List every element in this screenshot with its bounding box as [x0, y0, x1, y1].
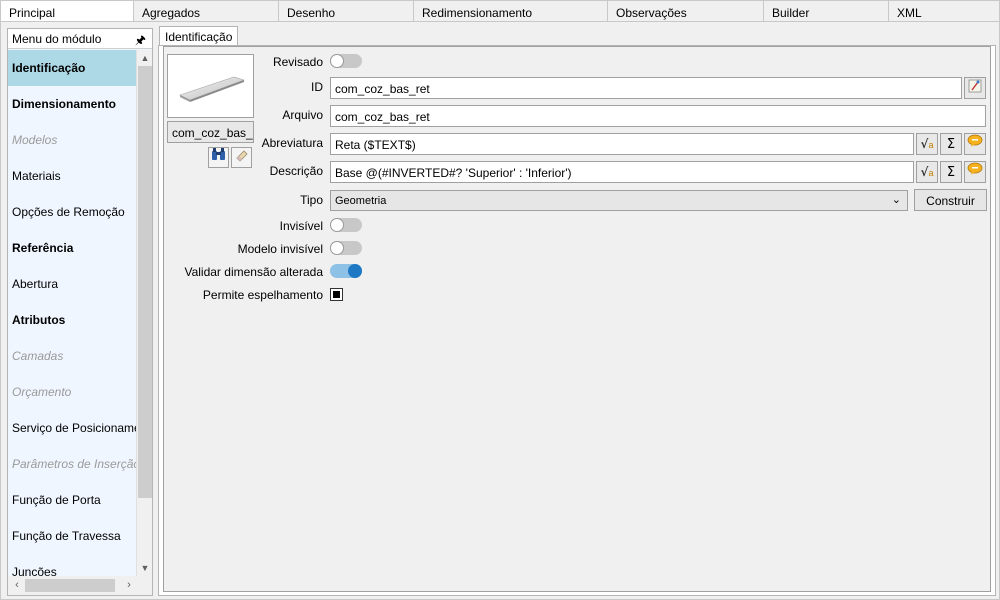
scroll-right-icon[interactable]: ›: [122, 578, 136, 593]
tab-desenho[interactable]: Desenho: [279, 0, 414, 22]
sidebar-item[interactable]: Atributos: [8, 302, 136, 338]
construir-button[interactable]: Construir: [914, 189, 987, 211]
revisado-label: Revisado: [272, 55, 323, 69]
speech-bubble-icon[interactable]: [964, 161, 986, 183]
sidebar-item[interactable]: Serviço de Posicionamento: [8, 410, 136, 446]
formula-sqrt-icon[interactable]: √a: [916, 133, 938, 155]
descricao-label: Descrição: [269, 164, 323, 178]
scroll-up-icon[interactable]: ▲: [137, 51, 153, 65]
module-menu-horizontal-scrollbar[interactable]: ‹ ›: [8, 576, 152, 595]
sidebar-item[interactable]: Identificação: [8, 50, 136, 86]
tab-builder[interactable]: Builder: [764, 0, 889, 22]
module-menu-header: Menu do módulo 🖈: [8, 29, 152, 49]
revisado-toggle[interactable]: [330, 54, 362, 68]
descricao-input[interactable]: Base @(#INVERTED#? 'Superior' : 'Inferio…: [330, 161, 914, 183]
eraser-icon[interactable]: [231, 147, 252, 168]
sidebar-item[interactable]: Opções de Remoção: [8, 194, 136, 230]
id-picker-icon[interactable]: [964, 77, 986, 99]
modelo-invisivel-toggle[interactable]: [330, 241, 362, 255]
sidebar-item[interactable]: Modelos: [8, 122, 136, 158]
invisivel-label: Invisível: [279, 219, 323, 233]
tab-redimensionamento[interactable]: Redimensionamento: [414, 0, 608, 22]
invisivel-toggle[interactable]: [330, 218, 362, 232]
tipo-selected-value: Geometria: [335, 195, 387, 207]
tab-observacoes[interactable]: Observações: [608, 0, 764, 22]
sidebar-item[interactable]: Dimensionamento: [8, 86, 136, 122]
sidebar-item[interactable]: Camadas: [8, 338, 136, 374]
abreviatura-label: Abreviatura: [261, 136, 323, 150]
sum-icon[interactable]: Σ: [940, 133, 962, 155]
tab-identificacao[interactable]: Identificação: [159, 26, 239, 46]
chevron-down-icon: ⌄: [891, 194, 901, 206]
countertop-3d-icon: [179, 76, 245, 102]
arquivo-input[interactable]: com_coz_bas_ret: [330, 105, 986, 127]
sidebar-item[interactable]: Abertura: [8, 266, 136, 302]
pin-icon[interactable]: 🖈: [135, 31, 146, 52]
module-menu-title: Menu do módulo: [12, 32, 102, 46]
identification-form-area: [163, 46, 991, 592]
sidebar-item[interactable]: Referência: [8, 230, 136, 266]
sidebar-item[interactable]: Função de Travessa: [8, 518, 136, 554]
module-menu-list: Identificação Dimensionamento Modelos Mater…: [8, 50, 136, 576]
sidebar-item[interactable]: Materiais: [8, 158, 136, 194]
espelhamento-checkbox[interactable]: [330, 288, 343, 301]
scroll-left-icon[interactable]: ‹: [10, 578, 24, 593]
sidebar-item[interactable]: Parâmetros de Inserção: [8, 446, 136, 482]
module-menu-vertical-scrollbar[interactable]: ▲ ▼: [136, 50, 152, 576]
validar-toggle[interactable]: [330, 264, 362, 278]
module-preview-image: [167, 54, 254, 118]
tab-xml[interactable]: XML: [889, 0, 1000, 22]
sidebar-item[interactable]: Função de Porta: [8, 482, 136, 518]
abreviatura-input[interactable]: Reta ($TEXT$): [330, 133, 914, 155]
binoculars-icon[interactable]: [208, 147, 229, 168]
id-input[interactable]: com_coz_bas_ret: [330, 77, 962, 99]
id-label: ID: [311, 80, 323, 94]
module-menu: Menu do módulo 🖈 Identificação Dimensiona…: [7, 28, 153, 596]
tipo-label: Tipo: [300, 193, 323, 207]
speech-bubble-icon[interactable]: [964, 133, 986, 155]
formula-sqrt-icon[interactable]: √a: [916, 161, 938, 183]
top-tab-bar: Principal Agregados Desenho Redimensiona…: [0, 0, 1000, 22]
sidebar-item[interactable]: Orçamento: [8, 374, 136, 410]
tab-agregados[interactable]: Agregados: [134, 0, 279, 22]
tipo-select[interactable]: Geometria ⌄: [330, 190, 908, 211]
espelhamento-label: Permite espelhamento: [202, 288, 323, 302]
validar-label: Validar dimensão alterada: [184, 265, 323, 279]
content-panel: [158, 45, 996, 596]
vertical-scroll-thumb[interactable]: [138, 66, 152, 498]
sum-icon[interactable]: Σ: [940, 161, 962, 183]
horizontal-scroll-thumb[interactable]: [25, 579, 115, 592]
scroll-down-icon[interactable]: ▼: [137, 561, 153, 575]
tab-principal[interactable]: Principal: [0, 0, 134, 22]
preview-name: com_coz_bas_ret: [167, 121, 254, 143]
modelo-invisivel-label: Modelo invisível: [237, 242, 323, 256]
arquivo-label: Arquivo: [282, 108, 323, 122]
sidebar-item[interactable]: Junções: [8, 554, 136, 576]
